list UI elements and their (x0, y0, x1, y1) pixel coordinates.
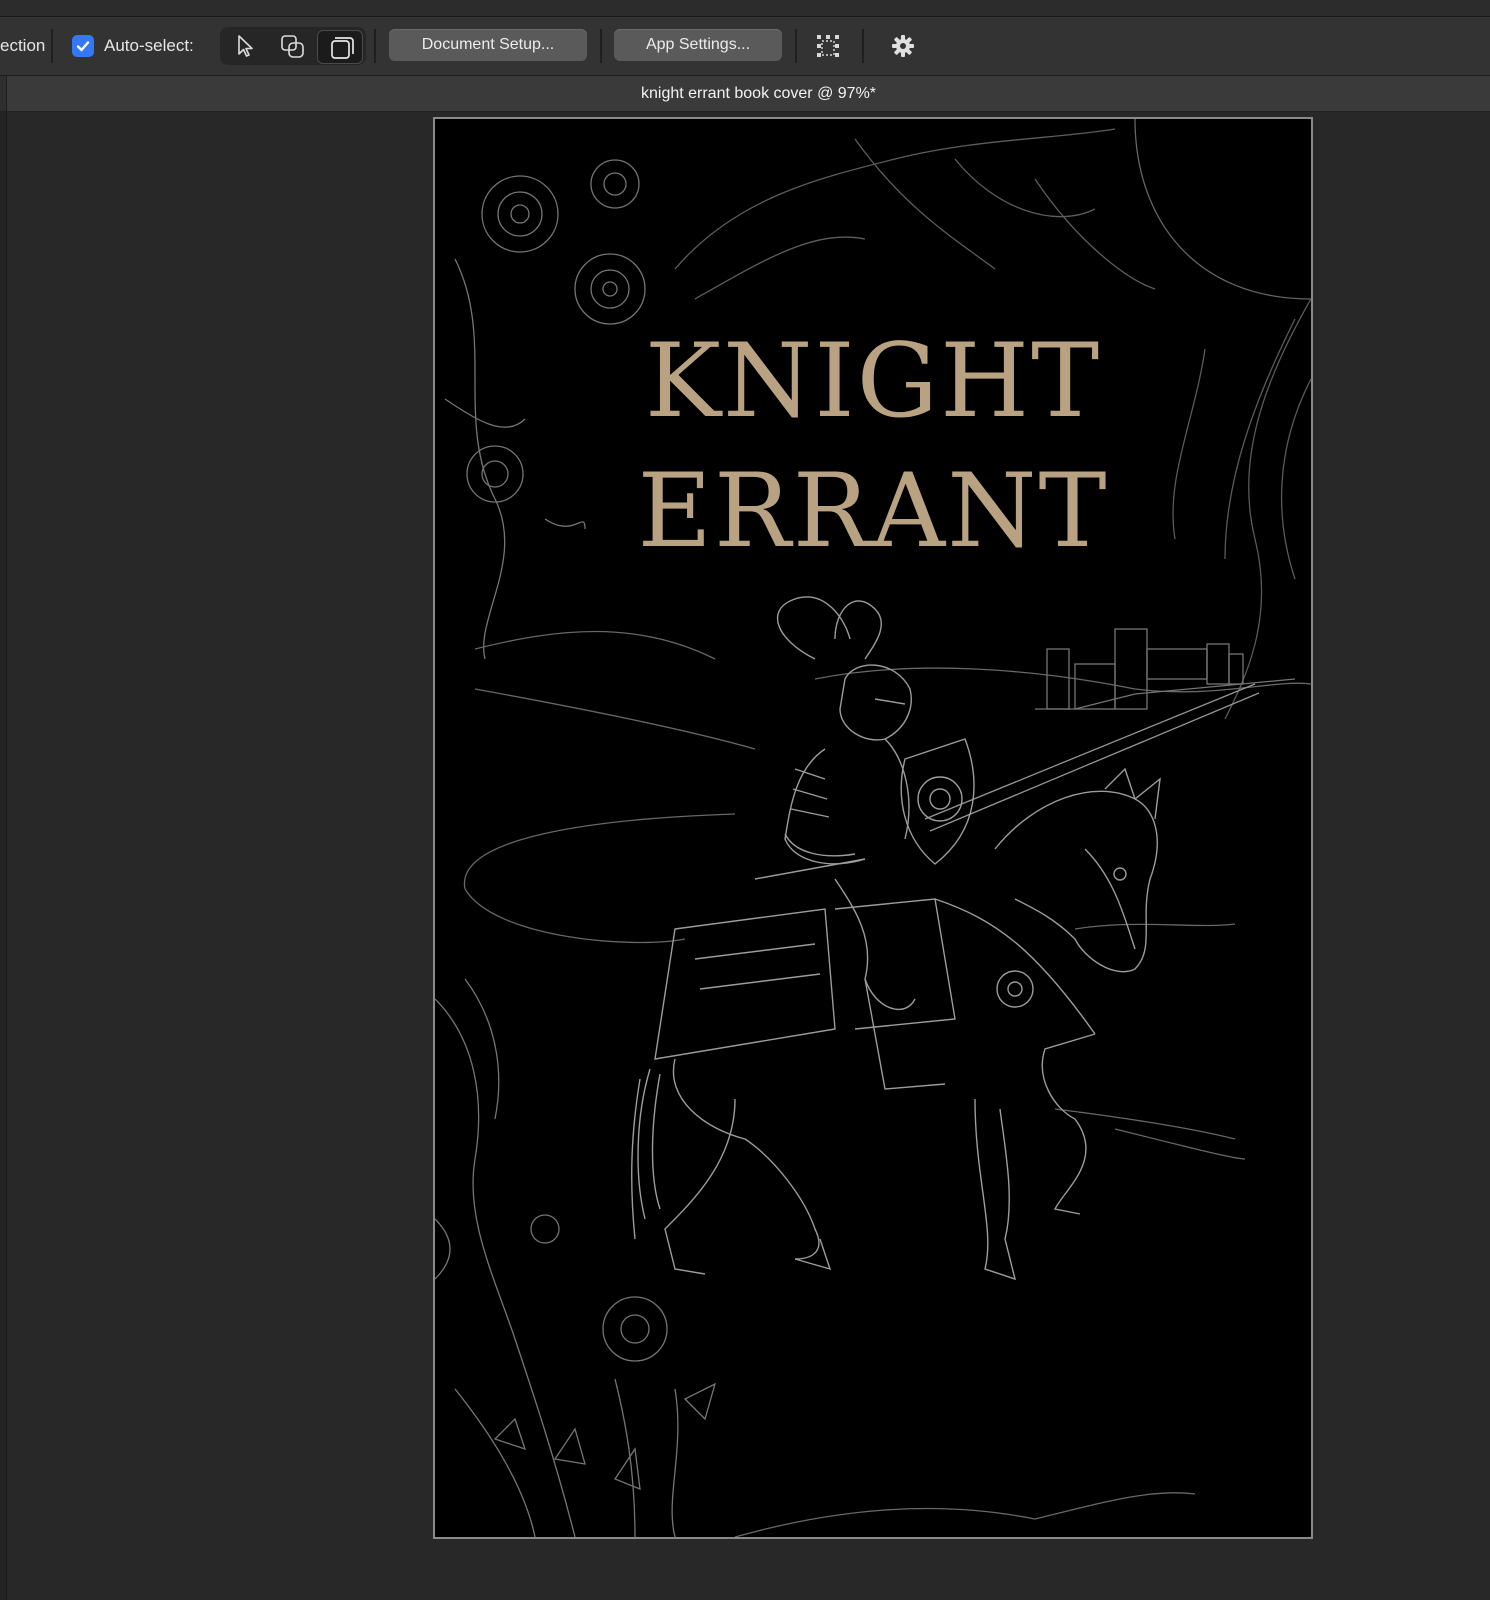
checkmark-icon (76, 41, 90, 52)
toolbar-divider (600, 29, 602, 63)
context-toolbar: ection Auto-select: Document Setup... Ap… (0, 17, 1490, 76)
document-tab-title[interactable]: knight errant book cover @ 97%* (0, 76, 1490, 111)
move-tool-button[interactable] (223, 30, 267, 62)
artboard-canvas[interactable]: KNIGHT ERRANT (433, 117, 1313, 1539)
toolbar-divider (862, 29, 864, 63)
selection-mode-group (220, 27, 366, 65)
toolbar-divider (51, 29, 53, 63)
toolbar-divider (795, 29, 797, 63)
transform-objects-button[interactable] (270, 30, 314, 62)
gear-icon (892, 35, 914, 57)
rose-cluster-bottom-left (435, 978, 717, 1537)
knight-on-horse (631, 596, 1161, 1281)
lance (924, 683, 1260, 832)
selection-partial-label: ection (0, 36, 46, 55)
app-settings-button[interactable]: App Settings... (614, 29, 782, 61)
branches-top (674, 128, 1156, 300)
left-panel-edge (0, 111, 7, 1600)
cover-title-line-1: KNIGHT (644, 322, 1102, 441)
grid-snapping-icon (817, 35, 839, 57)
snapping-button[interactable] (811, 29, 845, 63)
window-top-strip (0, 0, 1490, 17)
toolbar-divider (374, 29, 376, 63)
landscape (463, 630, 1311, 1537)
document-setup-button[interactable]: Document Setup... (389, 29, 587, 61)
move-tool-icon (238, 35, 253, 57)
artboard-tool-button[interactable] (317, 30, 363, 64)
auto-select-label: Auto-select: (104, 36, 194, 55)
auto-select-checkbox[interactable] (72, 35, 94, 57)
transform-objects-icon (281, 35, 304, 58)
settings-button[interactable] (886, 29, 920, 63)
document-tab-bar: knight errant book cover @ 97%* (0, 76, 1490, 112)
artboard-tool-icon (331, 37, 354, 59)
cover-title-line-2: ERRANT (637, 452, 1109, 571)
